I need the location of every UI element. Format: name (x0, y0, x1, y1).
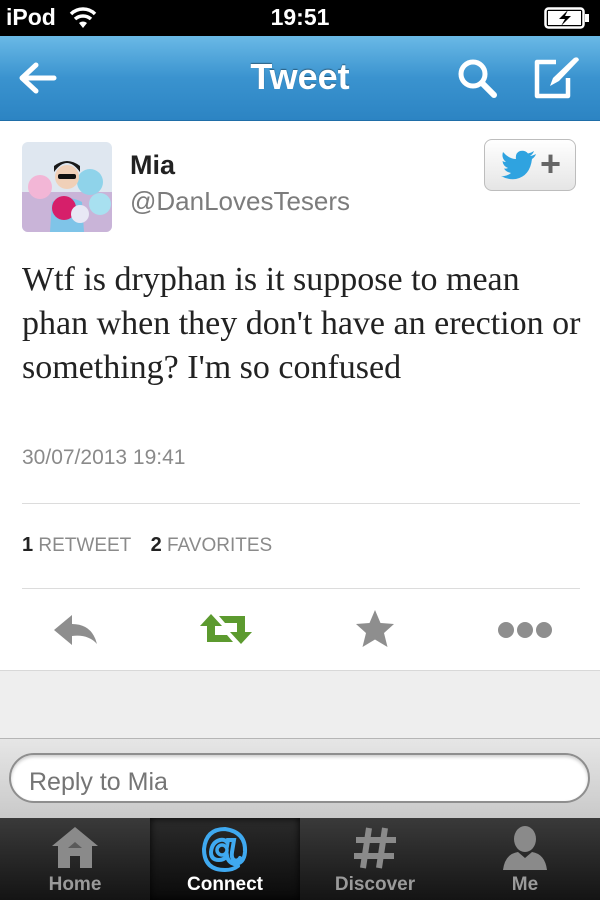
tweet-text: Wtf is dryphan is it suppose to mean pha… (22, 261, 581, 386)
content-footer (0, 670, 600, 739)
tweet-stats: 1 RETWEET 2 FAVORITES (22, 534, 286, 557)
tab-home[interactable]: Home (0, 818, 150, 900)
plus-icon: + (540, 143, 562, 184)
home-icon (52, 827, 98, 868)
more-icon[interactable] (496, 606, 554, 652)
reply-input[interactable] (9, 753, 590, 803)
hashtag-icon (354, 827, 396, 869)
retweet-label: RETWEET (38, 535, 132, 556)
author-handle[interactable]: @DanLovesTesers (130, 186, 350, 217)
tab-connect[interactable]: Connect (150, 818, 300, 900)
tweet-timestamp: 30/07/2013 19:41 (22, 446, 186, 469)
at-icon (201, 826, 248, 873)
compose-icon[interactable] (530, 54, 582, 102)
search-icon[interactable] (455, 56, 499, 100)
reply-icon[interactable] (50, 606, 100, 652)
favorite-stat[interactable]: 2 FAVORITES (150, 534, 273, 556)
tab-label: Home (48, 874, 102, 895)
favorite-label: FAVORITES (166, 535, 273, 556)
author-name[interactable]: Mia (130, 150, 175, 181)
divider (22, 503, 580, 504)
nav-bar: Tweet (0, 36, 600, 121)
avatar[interactable] (22, 142, 112, 232)
status-time: 19:51 (270, 4, 330, 30)
page-title: Tweet (250, 56, 350, 97)
reply-bar (0, 738, 600, 819)
retweet-count: 1 (22, 534, 34, 556)
person-icon (503, 826, 547, 870)
tab-label: Discover (334, 874, 416, 895)
retweet-icon[interactable] (197, 606, 255, 652)
tab-discover[interactable]: Discover (300, 818, 450, 900)
follow-button[interactable]: + (484, 139, 576, 191)
tab-label: Connect (187, 874, 263, 895)
star-icon[interactable] (353, 606, 397, 652)
tab-me[interactable]: Me (450, 818, 600, 900)
twitter-bird-icon (501, 150, 536, 180)
retweet-stat[interactable]: 1 RETWEET (22, 534, 132, 556)
tab-bar: Home Connect Discover Me (0, 818, 600, 900)
divider (22, 588, 580, 589)
status-bar: iPod 19:51 (0, 0, 600, 36)
tab-label: Me (511, 874, 539, 895)
favorite-count: 2 (150, 534, 162, 556)
battery-charging-icon (544, 7, 590, 35)
